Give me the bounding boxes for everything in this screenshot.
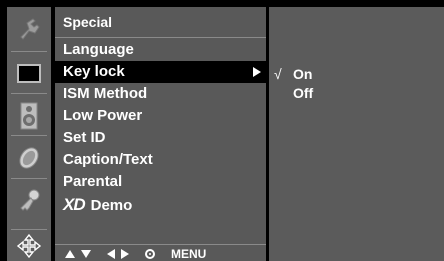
title-divider: [55, 37, 266, 38]
move-icon[interactable]: [7, 231, 51, 261]
screen-icon[interactable]: [7, 52, 51, 96]
menu-item-parental[interactable]: Parental: [55, 171, 266, 193]
down-arrow-icon: [81, 250, 91, 258]
key-lock-options-panel: √ On Off: [269, 7, 444, 261]
option-off[interactable]: Off: [269, 84, 444, 104]
option-on[interactable]: √ On: [269, 65, 444, 85]
nav-hint-bar: MENU: [65, 247, 206, 261]
up-arrow-icon: [65, 250, 75, 258]
menu-hint-label: MENU: [171, 247, 207, 261]
menu-item-set-id[interactable]: Set ID: [55, 127, 266, 149]
right-arrow-icon: [121, 249, 129, 259]
menu-item-label: Language: [63, 41, 134, 58]
left-arrow-icon: [107, 249, 115, 259]
menu-item-label: Caption/Text: [63, 151, 153, 168]
menu-icon-column: [7, 7, 51, 261]
menu-title: Special: [63, 14, 113, 30]
tool-icon[interactable]: [7, 7, 51, 51]
osd-menu-screen: Special Language Key lock ISM Method Low…: [0, 0, 444, 261]
menu-item-label: Key lock: [63, 63, 125, 80]
menu-item-low-power[interactable]: Low Power: [55, 105, 266, 127]
submenu-arrow-icon: [253, 67, 261, 77]
speaker-icon[interactable]: [7, 94, 51, 138]
menu-item-xd-demo[interactable]: XD Demo: [55, 193, 266, 215]
key-icon[interactable]: [7, 179, 51, 223]
ok-button-icon: [145, 249, 155, 259]
option-label: On: [293, 66, 313, 82]
icon-divider: [11, 229, 47, 230]
check-mark-icon: √: [274, 66, 282, 82]
menu-item-label: Demo: [90, 197, 133, 214]
special-menu-panel: Special Language Key lock ISM Method Low…: [55, 7, 266, 261]
menu-item-label: Set ID: [63, 129, 106, 146]
clock-icon[interactable]: [7, 136, 51, 180]
menu-item-ism-method[interactable]: ISM Method: [55, 83, 266, 105]
nav-divider: [55, 244, 266, 245]
xd-logo: XD: [63, 195, 86, 214]
menu-item-key-lock[interactable]: Key lock: [55, 61, 266, 83]
menu-item-caption-text[interactable]: Caption/Text: [55, 149, 266, 171]
option-label: Off: [293, 85, 314, 101]
menu-item-label: Parental: [63, 173, 123, 190]
menu-item-language[interactable]: Language: [55, 39, 266, 61]
menu-item-label: ISM Method: [63, 85, 148, 102]
menu-item-label: Low Power: [63, 107, 143, 124]
